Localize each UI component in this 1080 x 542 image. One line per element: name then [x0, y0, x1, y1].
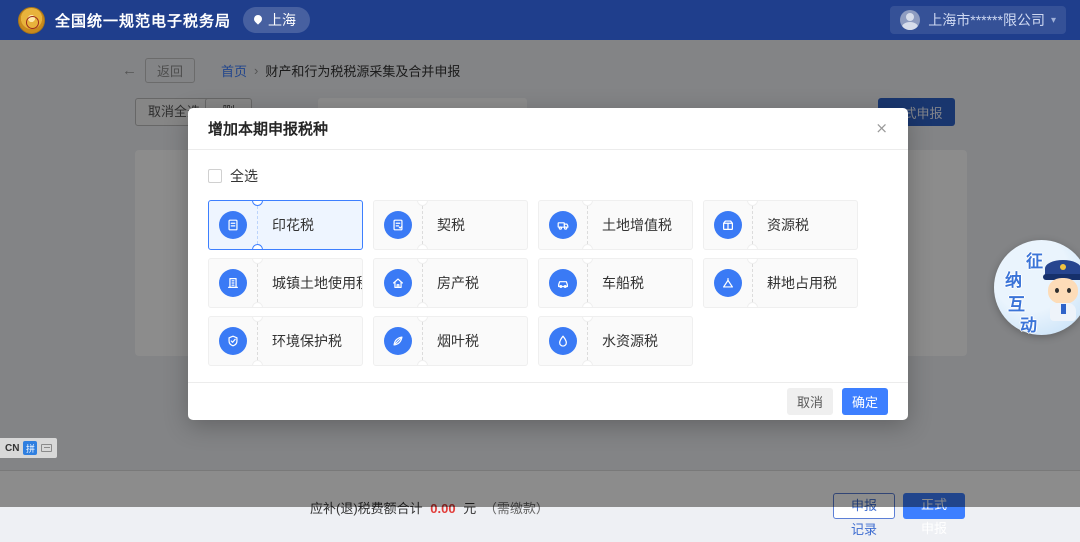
tax-card-urban-land-use-tax[interactable]: 城镇土地使用税	[208, 258, 363, 308]
tax-card-vehicle-vessel-tax[interactable]: 车船税	[538, 258, 693, 308]
tax-card-environmental-protection-tax[interactable]: 环境保护税	[208, 316, 363, 366]
tax-label: 水资源税	[602, 331, 658, 351]
pinyin-input-icon: 拼	[23, 441, 37, 455]
tax-card-tobacco-leaf-tax[interactable]: 烟叶税	[373, 316, 528, 366]
environmental-protection-tax-icon	[219, 327, 247, 355]
tax-label: 房产税	[437, 273, 479, 293]
farmland-occupation-tax-icon	[714, 269, 742, 297]
tax-label: 印花税	[272, 215, 314, 235]
tax-label: 土地增值税	[602, 215, 672, 235]
tobacco-leaf-tax-icon	[384, 327, 412, 355]
location-selector[interactable]: 上海	[243, 7, 310, 33]
keyboard-icon	[41, 444, 52, 452]
tax-card-farmland-occupation-tax[interactable]: 耕地占用税	[703, 258, 858, 308]
ime-indicator[interactable]: CN 拼	[0, 438, 57, 458]
tax-label: 耕地占用税	[767, 273, 837, 293]
tax-label: 环境保护税	[272, 331, 342, 351]
resource-tax-icon	[714, 211, 742, 239]
user-menu[interactable]: 上海市******限公司 ▾	[890, 6, 1066, 34]
stamp-tax-icon	[219, 211, 247, 239]
dialog-title: 增加本期申报税种	[208, 118, 328, 139]
tax-card-stamp-tax[interactable]: 印花税	[208, 200, 363, 250]
tax-bureau-logo-icon	[18, 7, 45, 34]
badge-char: 动	[1020, 311, 1037, 336]
add-tax-types-dialog: 增加本期申报税种 × 全选 印花税 契税	[188, 108, 908, 420]
dialog-footer: 取消 确定	[188, 382, 908, 420]
chevron-down-icon: ▾	[1051, 15, 1056, 26]
ime-language-label: CN	[5, 443, 19, 454]
dialog-header: 增加本期申报税种 ×	[188, 108, 908, 150]
tax-interaction-badge[interactable]: 征 纳 互 动	[994, 240, 1080, 335]
vehicle-vessel-tax-icon	[549, 269, 577, 297]
water-resource-tax-icon	[549, 327, 577, 355]
deed-tax-icon	[384, 211, 412, 239]
tax-label: 城镇土地使用税	[272, 273, 363, 293]
tax-card-resource-tax[interactable]: 资源税	[703, 200, 858, 250]
tax-card-water-resource-tax[interactable]: 水资源税	[538, 316, 693, 366]
user-avatar-icon	[900, 10, 920, 30]
tax-card-property-tax[interactable]: 房产税	[373, 258, 528, 308]
cancel-button[interactable]: 取消	[787, 388, 833, 415]
tax-label: 契税	[437, 215, 465, 235]
select-all-row: 全选	[208, 166, 888, 186]
company-name: 上海市******限公司	[928, 10, 1045, 30]
tax-label: 车船税	[602, 273, 644, 293]
tax-card-deed-tax[interactable]: 契税	[373, 200, 528, 250]
tax-label: 资源税	[767, 215, 809, 235]
tax-type-grid: 印花税 契税 土地增值税 资源税	[208, 200, 888, 366]
close-icon[interactable]: ×	[875, 121, 888, 136]
tax-label: 烟叶税	[437, 331, 479, 351]
confirm-button[interactable]: 确定	[842, 388, 888, 415]
land-appreciation-tax-icon	[549, 211, 577, 239]
urban-land-use-tax-icon	[219, 269, 247, 297]
tax-officer-mascot-icon	[1041, 260, 1080, 328]
property-tax-icon	[384, 269, 412, 297]
location-label: 上海	[268, 10, 296, 30]
tax-card-land-appreciation-tax[interactable]: 土地增值税	[538, 200, 693, 250]
select-all-label: 全选	[230, 166, 258, 186]
badge-char: 纳	[1005, 266, 1022, 291]
top-bar: 全国统一规范电子税务局 上海 上海市******限公司 ▾	[0, 0, 1080, 40]
select-all-checkbox[interactable]	[208, 169, 222, 183]
app-title: 全国统一规范电子税务局	[55, 10, 231, 31]
dialog-body: 全选 印花税 契税 土地增值	[188, 150, 908, 366]
location-pin-icon	[253, 15, 263, 25]
